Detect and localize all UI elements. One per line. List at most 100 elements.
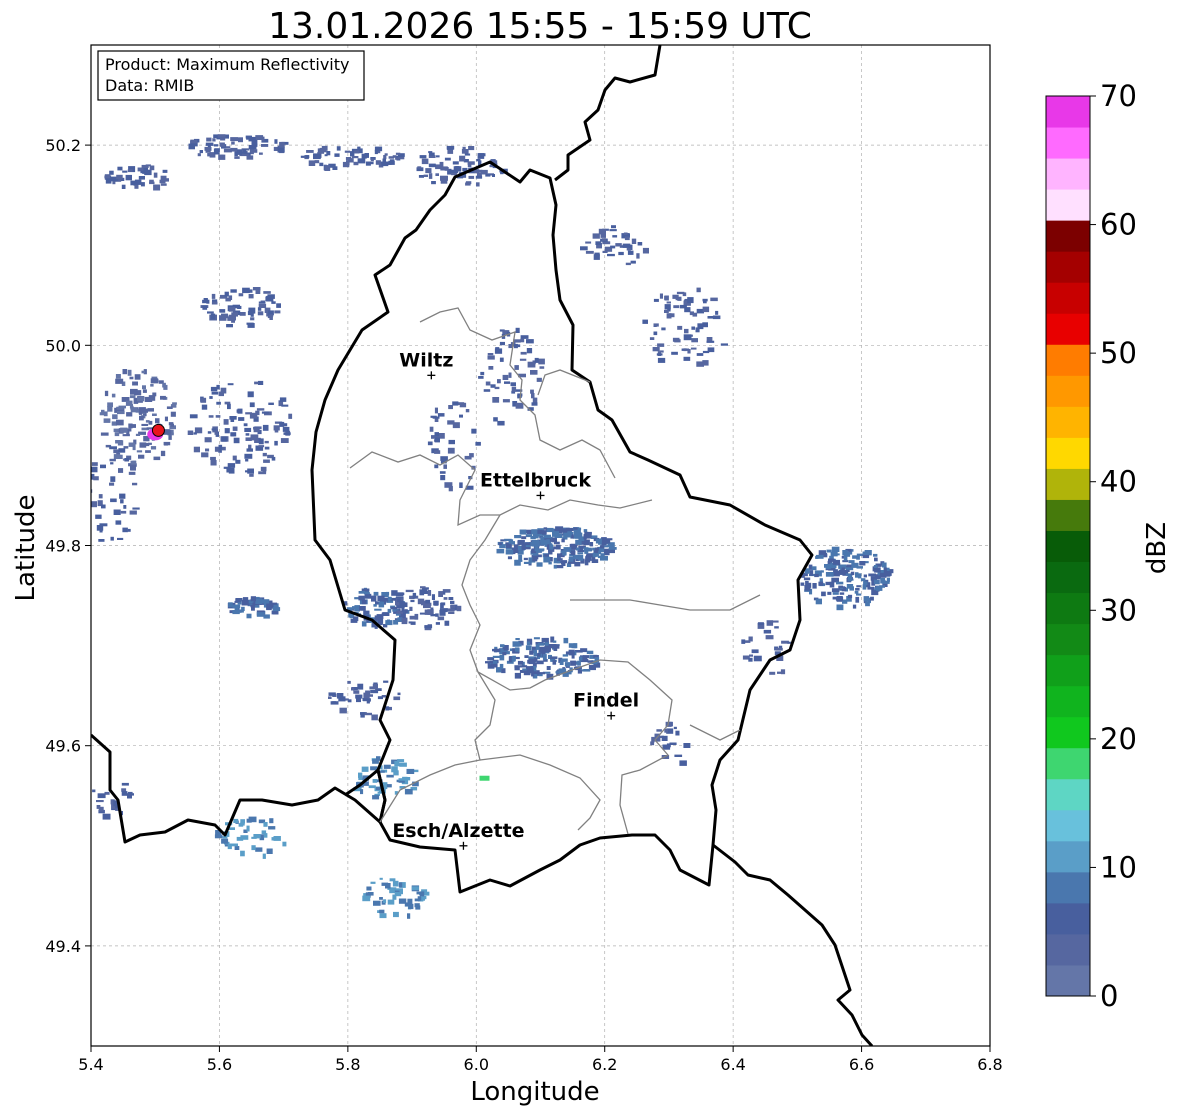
radar-echo-pixel bbox=[262, 452, 267, 457]
radar-echo-pixel bbox=[664, 309, 669, 313]
radar-echo-pixel bbox=[417, 896, 422, 901]
radar-echo-pixel bbox=[127, 369, 132, 376]
radar-echo-pixel bbox=[131, 424, 136, 428]
radar-echo-pixel bbox=[520, 338, 525, 343]
radar-echo-pixel bbox=[246, 825, 250, 832]
radar-echo-pixel bbox=[379, 897, 383, 900]
radar-echo-pixel bbox=[210, 456, 216, 460]
colorbar-swatch bbox=[1046, 840, 1090, 873]
radar-echo-pixel bbox=[160, 183, 167, 186]
radar-echo-pixel bbox=[372, 795, 380, 800]
radar-echo-pixel bbox=[656, 353, 663, 356]
radar-map-figure: 13.01.2026 15:55 - 15:59 UTC Wiltz Ettelb… bbox=[11, 6, 1172, 1107]
radar-echo-pixel bbox=[115, 378, 124, 384]
radar-echo-pixel bbox=[155, 418, 160, 424]
radar-echo-pixel bbox=[353, 161, 359, 166]
radar-echo-pixel bbox=[361, 153, 367, 159]
radar-echo-pixel bbox=[261, 599, 270, 604]
radar-echo-pixel bbox=[249, 473, 254, 477]
colorbar-swatch bbox=[1046, 406, 1090, 438]
radar-echo-pixel bbox=[104, 390, 109, 397]
radar-echo-pixel bbox=[398, 780, 405, 783]
radar-echo-pixel bbox=[122, 527, 128, 533]
radar-echo-pixel bbox=[255, 598, 263, 604]
radar-echo-pixel bbox=[657, 357, 666, 363]
radar-echo-pixel bbox=[245, 433, 250, 436]
radar-echo-pixel bbox=[239, 312, 246, 316]
radar-echo-pixel bbox=[253, 427, 260, 433]
radar-echo-pixel bbox=[379, 770, 385, 773]
radar-echo-pixel bbox=[368, 785, 376, 789]
radar-echo-pixel bbox=[534, 545, 539, 552]
radar-echo-pixel bbox=[109, 170, 114, 175]
radar-echo-pixel bbox=[238, 823, 244, 827]
radar-echo-pixel bbox=[510, 382, 516, 387]
radar-echo-pixel bbox=[812, 583, 817, 589]
radar-echo-pixel bbox=[831, 588, 840, 593]
radar-echo-pixel bbox=[787, 641, 791, 644]
radar-echo-pixel bbox=[423, 588, 428, 592]
radar-echo-pixel bbox=[153, 184, 161, 191]
radar-echo-pixel bbox=[373, 604, 377, 607]
radar-echo-pixel bbox=[483, 389, 491, 392]
radar-echo-pixel bbox=[800, 582, 805, 586]
radar-echo-pixel bbox=[514, 535, 522, 539]
radar-echo-pixel bbox=[538, 672, 545, 675]
radar-echo-pixel bbox=[221, 838, 229, 844]
radar-echo-pixel bbox=[365, 690, 371, 697]
colorbar-tick-label: 0 bbox=[1100, 979, 1118, 1013]
radar-echo-pixel bbox=[152, 397, 156, 401]
radar-echo-pixel bbox=[129, 510, 137, 515]
radar-echo-pixel bbox=[225, 146, 231, 149]
radar-echo-pixel bbox=[227, 843, 232, 850]
radar-echo-pixel bbox=[809, 570, 814, 576]
radar-echo-pixel bbox=[468, 146, 475, 151]
radar-echo-pixel bbox=[562, 654, 569, 657]
radar-echo-pixel bbox=[414, 613, 419, 620]
x-tick-label: 5.8 bbox=[335, 1055, 360, 1074]
radar-echo-pixel bbox=[207, 431, 212, 434]
radar-echo-pixel bbox=[447, 447, 455, 454]
radar-echo-pixel bbox=[448, 405, 453, 410]
radar-echo-pixel bbox=[351, 687, 355, 691]
radar-echo-pixel bbox=[622, 243, 631, 248]
radar-echo-pixel bbox=[532, 397, 538, 403]
map-area[interactable]: Wiltz Ettelbruck Findel Esch/Alzette bbox=[87, 45, 990, 1046]
radar-echo-pixel bbox=[132, 482, 138, 486]
radar-echo-pixel bbox=[206, 299, 210, 304]
radar-echo-pixel bbox=[664, 295, 669, 301]
x-tick-label: 6.6 bbox=[849, 1055, 874, 1074]
radar-echo-pixel bbox=[233, 437, 240, 444]
radar-echo-pixel bbox=[319, 162, 324, 167]
radar-echo-pixel bbox=[514, 365, 519, 370]
radar-echo-pixel bbox=[429, 426, 434, 432]
radar-echo-pixel bbox=[856, 555, 860, 560]
radar-echo-pixel bbox=[262, 424, 269, 431]
radar-echo-pixel bbox=[246, 322, 254, 325]
radar-echo-pixel bbox=[642, 247, 649, 254]
radar-echo-pixel bbox=[695, 327, 700, 333]
radar-echo-pixel bbox=[679, 760, 687, 766]
radar-echo-pixel bbox=[480, 371, 485, 376]
radar-echo-pixel bbox=[386, 591, 390, 596]
radar-echo-pixel bbox=[440, 602, 444, 609]
radar-echo-pixel bbox=[548, 644, 557, 649]
radar-echo-pixel bbox=[459, 155, 466, 162]
radar-echo-pixel bbox=[659, 293, 663, 299]
radar-echo-pixel bbox=[362, 895, 371, 902]
radar-echo-pixel bbox=[595, 538, 602, 544]
radar-echo-pixel bbox=[666, 313, 672, 319]
radar-echo-pixel bbox=[542, 654, 547, 660]
radar-echo-pixel bbox=[150, 378, 159, 384]
radar-echo-pixel bbox=[532, 557, 538, 562]
radar-echo-pixel bbox=[540, 539, 548, 546]
radar-echo-pixel bbox=[130, 407, 138, 413]
radar-echo-pixel bbox=[573, 529, 581, 535]
radar-echo-pixel bbox=[358, 591, 365, 594]
radar-echo-pixel bbox=[741, 639, 746, 644]
radar-echo-pixel bbox=[117, 440, 124, 446]
radar-echo-pixel bbox=[282, 426, 290, 432]
radar-echo-pixel bbox=[267, 294, 275, 299]
radar-echo-pixel bbox=[702, 360, 709, 366]
radar-echo-pixel bbox=[515, 638, 520, 641]
